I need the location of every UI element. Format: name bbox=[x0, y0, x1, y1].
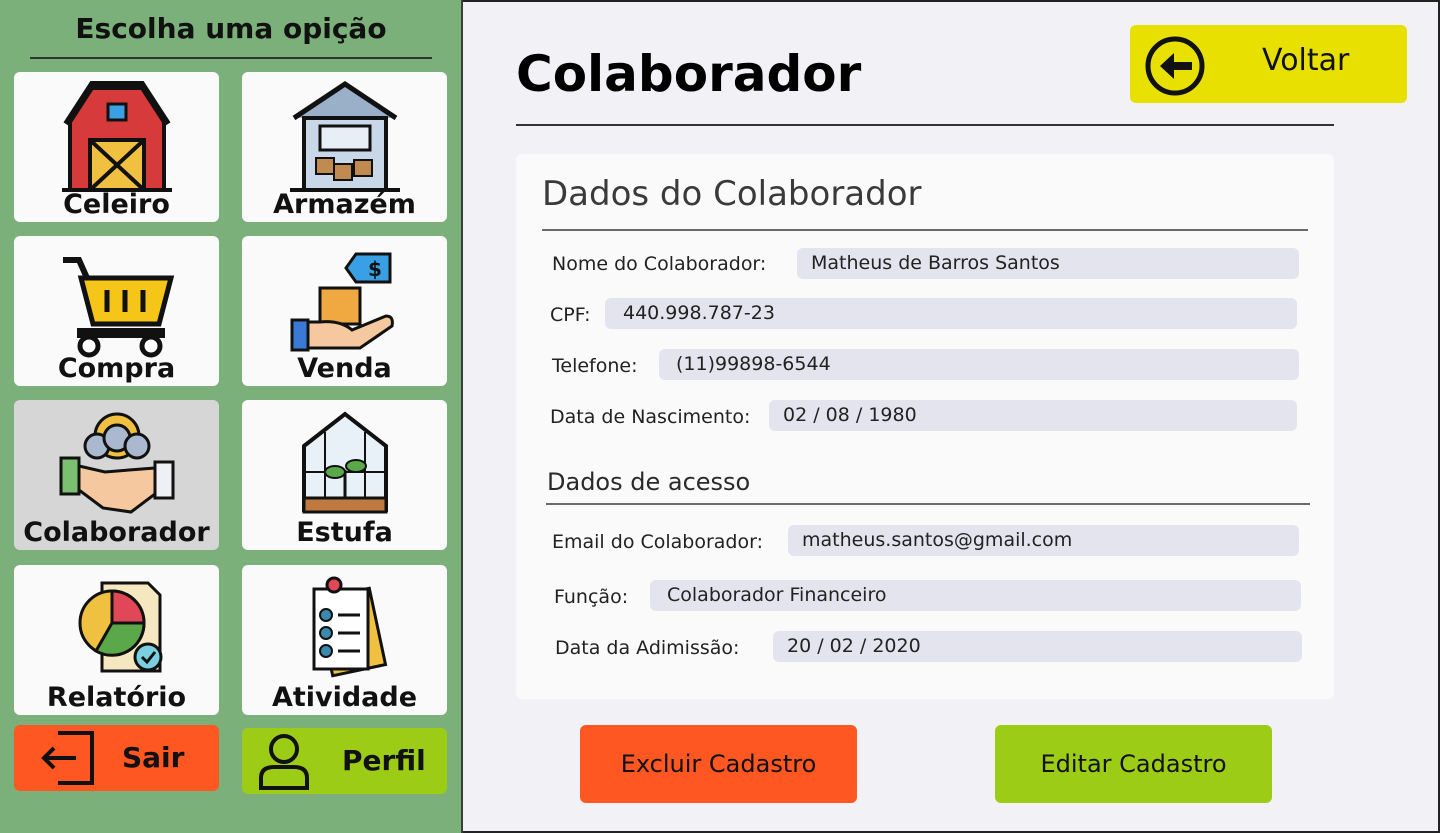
birthdate-field[interactable]: 02 / 08 / 1980 bbox=[769, 400, 1297, 431]
tile-label: Compra bbox=[57, 353, 176, 384]
tile-atividade[interactable]: Atividade bbox=[242, 565, 447, 715]
back-button[interactable]: Voltar bbox=[1130, 25, 1407, 103]
collaborator-handshake-icon bbox=[59, 412, 174, 514]
phone-field[interactable]: (11)99898-6544 bbox=[659, 349, 1299, 380]
profile-button[interactable]: Perfil bbox=[242, 728, 447, 794]
tile-celeiro[interactable]: Celeiro bbox=[14, 72, 219, 222]
warehouse-icon bbox=[289, 80, 400, 192]
tile-venda[interactable]: $ Venda bbox=[242, 236, 447, 386]
admission-label: Data da Adimissão: bbox=[555, 637, 740, 659]
logout-label: Sair bbox=[122, 741, 185, 774]
access-divider bbox=[546, 503, 1310, 505]
tile-estufa[interactable]: Estufa bbox=[242, 400, 447, 550]
tile-label: Colaborador bbox=[23, 517, 210, 548]
profile-label: Perfil bbox=[342, 744, 426, 777]
arrow-left-icon bbox=[1145, 36, 1205, 96]
logout-icon bbox=[41, 731, 94, 785]
cpf-field[interactable]: 440.998.787-23 bbox=[605, 298, 1297, 329]
role-field[interactable]: Colaborador Financeiro bbox=[650, 580, 1301, 611]
sale-hand-icon: $ bbox=[290, 252, 394, 352]
edit-button[interactable]: Editar Cadastro bbox=[995, 725, 1272, 803]
birthdate-label: Data de Nascimento: bbox=[550, 406, 751, 428]
tile-label: Armazém bbox=[273, 189, 416, 220]
task-checklist-icon bbox=[312, 576, 387, 678]
barn-icon bbox=[61, 81, 172, 192]
name-field[interactable]: Matheus de Barros Santos bbox=[797, 248, 1299, 279]
role-label: Função: bbox=[554, 586, 629, 608]
delete-button[interactable]: Excluir Cadastro bbox=[580, 725, 857, 803]
back-label: Voltar bbox=[1262, 43, 1350, 78]
tile-colaborador[interactable]: Colaborador bbox=[14, 400, 219, 550]
sidebar-divider bbox=[30, 57, 432, 59]
tile-label: Celeiro bbox=[63, 189, 170, 220]
profile-icon bbox=[259, 734, 309, 790]
name-label: Nome do Colaborador: bbox=[552, 253, 767, 275]
phone-label: Telefone: bbox=[552, 355, 638, 377]
tile-compra[interactable]: Compra bbox=[14, 236, 219, 386]
sidebar: Escolha uma opição Celeiro Armazém Compr… bbox=[0, 0, 463, 833]
email-field[interactable]: matheus.santos@gmail.com bbox=[788, 525, 1299, 556]
card-title: Dados do Colaborador bbox=[542, 174, 922, 214]
title-divider bbox=[516, 124, 1334, 126]
logout-button[interactable]: Sair bbox=[14, 725, 219, 791]
tile-armazem[interactable]: Armazém bbox=[242, 72, 447, 222]
tile-label: Atividade bbox=[271, 682, 418, 713]
admission-field[interactable]: 20 / 02 / 2020 bbox=[773, 631, 1302, 662]
access-section-title: Dados de acesso bbox=[547, 468, 751, 496]
sidebar-title: Escolha uma opição bbox=[75, 12, 387, 45]
email-label: Email do Colaborador: bbox=[552, 531, 763, 553]
card-title-divider bbox=[542, 229, 1308, 231]
cpf-label: CPF: bbox=[550, 304, 591, 326]
tile-label: Estufa bbox=[296, 517, 393, 548]
page-title: Colaborador bbox=[516, 45, 862, 103]
shopping-cart-icon bbox=[62, 257, 174, 358]
greenhouse-icon bbox=[301, 411, 388, 514]
report-chart-icon bbox=[78, 581, 162, 673]
tile-label: Venda bbox=[297, 353, 392, 384]
svg-text:$: $ bbox=[368, 257, 382, 281]
tile-relatorio[interactable]: Relatório bbox=[14, 565, 219, 715]
tile-label: Relatório bbox=[46, 682, 187, 713]
